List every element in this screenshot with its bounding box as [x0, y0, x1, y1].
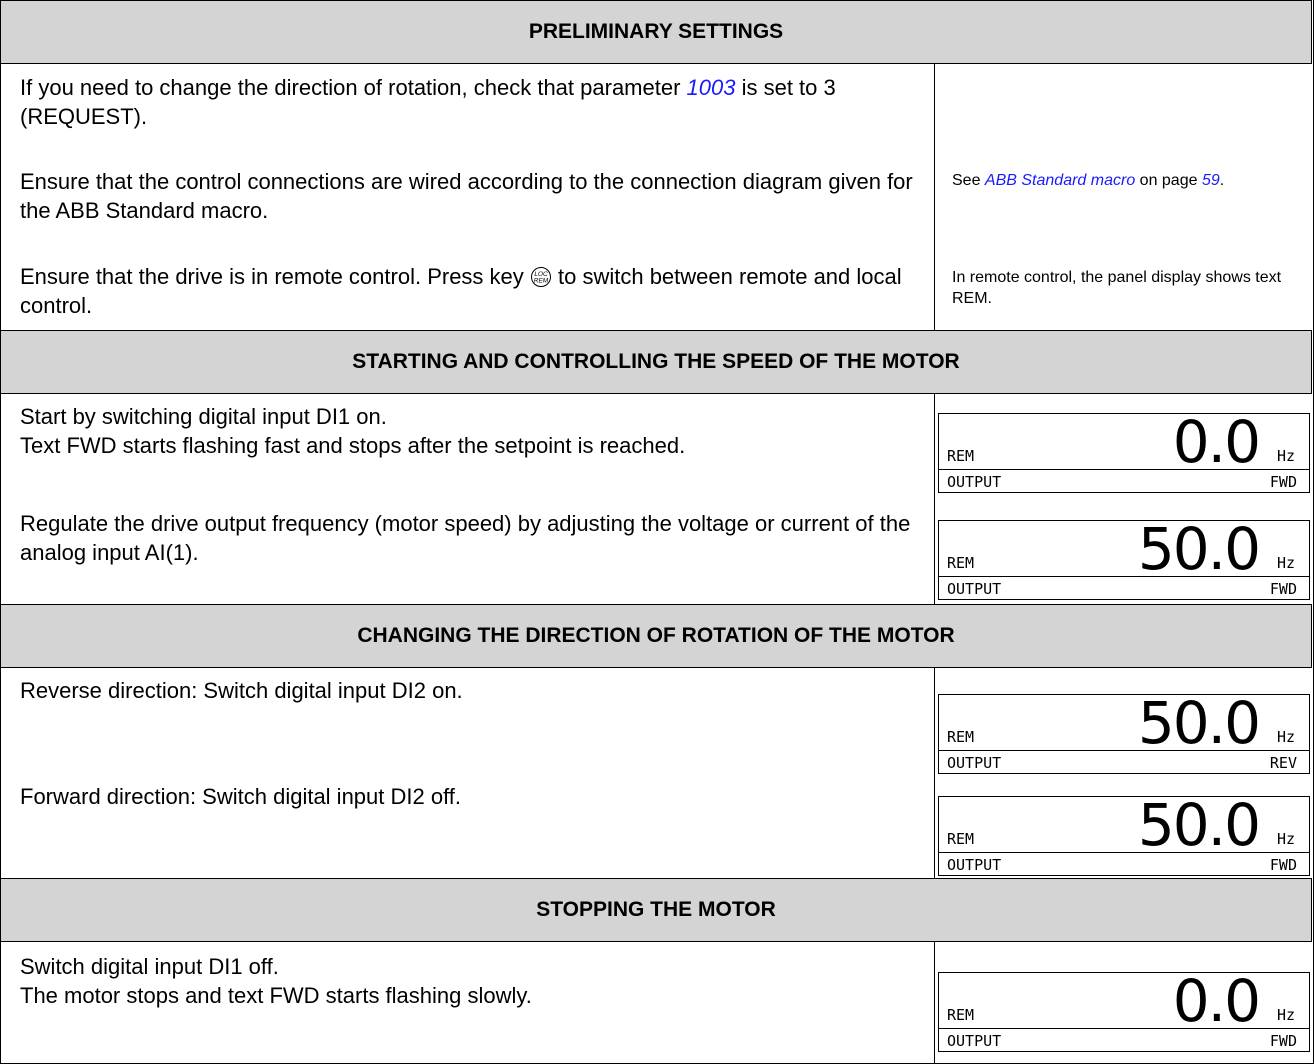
- column-divider: [934, 668, 935, 878]
- column-divider: [934, 64, 935, 330]
- panel-signal: OUTPUT: [947, 580, 1002, 598]
- panel-separator: [939, 576, 1309, 577]
- section-header-direction: CHANGING THE DIRECTION OF ROTATION OF TH…: [0, 604, 1312, 668]
- row-remote-control: Ensure that the drive is in remote contr…: [20, 262, 920, 320]
- procedure-table: PRELIMINARY SETTINGS If you need to chan…: [0, 0, 1314, 1064]
- panel-separator: [939, 852, 1309, 853]
- panel-signal: OUTPUT: [947, 1032, 1002, 1050]
- panel-separator: [939, 469, 1309, 470]
- section-header-stopping: STOPPING THE MOTOR: [0, 878, 1312, 942]
- note-abb-macro: See ABB Standard macro on page 59.: [952, 170, 1302, 191]
- row-start: Start by switching digital input DI1 on.…: [20, 402, 930, 460]
- section-header-preliminary: PRELIMINARY SETTINGS: [0, 0, 1312, 64]
- row-text: The motor stops and text FWD starts flas…: [20, 983, 532, 1008]
- panel-display: REM 50.0 Hz OUTPUT FWD: [938, 791, 1310, 876]
- column-divider: [934, 394, 935, 604]
- panel-mode: REM: [947, 554, 975, 572]
- panel-separator: [939, 750, 1309, 751]
- row-text: Switch digital input DI1 off.: [20, 954, 279, 979]
- row-text: If you need to change the direction of r…: [20, 75, 687, 100]
- panel-display: REM 50.0 Hz OUTPUT REV: [938, 689, 1310, 774]
- panel-unit: Hz: [1276, 447, 1295, 465]
- note-text: .: [1219, 172, 1225, 189]
- panel-display: REM 50.0 Hz OUTPUT FWD: [938, 515, 1310, 600]
- panel-signal: OUTPUT: [947, 754, 1002, 772]
- panel-direction: FWD: [1269, 856, 1297, 874]
- row-reverse: Reverse direction: Switch digital input …: [20, 678, 463, 703]
- row-control-connections: Ensure that the control connections are …: [20, 169, 913, 223]
- section-title: PRELIMINARY SETTINGS: [528, 20, 784, 43]
- column-divider: [934, 942, 935, 1064]
- section-title: STOPPING THE MOTOR: [536, 898, 776, 921]
- svg-text:REM: REM: [534, 278, 549, 285]
- note-text: See: [952, 172, 985, 189]
- row-direction-param: If you need to change the direction of r…: [20, 73, 920, 131]
- panel-unit: Hz: [1276, 1006, 1295, 1024]
- note-remote-display: In remote control, the panel display sho…: [952, 269, 1282, 307]
- panel-display: REM 0.0 Hz OUTPUT FWD: [938, 408, 1310, 493]
- parameter-link[interactable]: 1003: [687, 75, 736, 100]
- section-title: CHANGING THE DIRECTION OF ROTATION OF TH…: [357, 624, 955, 647]
- page-link[interactable]: 59: [1202, 172, 1220, 189]
- abb-macro-link[interactable]: ABB Standard macro: [985, 172, 1135, 189]
- panel-separator: [939, 1028, 1309, 1029]
- panel-signal: OUTPUT: [947, 473, 1002, 491]
- row-regulate: Regulate the drive output frequency (mot…: [20, 511, 911, 565]
- panel-signal: OUTPUT: [947, 856, 1002, 874]
- panel-direction: REV: [1269, 754, 1297, 772]
- panel-mode: REM: [947, 728, 975, 746]
- row-text: Ensure that the drive is in remote contr…: [20, 264, 530, 289]
- panel-direction: FWD: [1269, 580, 1297, 598]
- panel-direction: FWD: [1269, 1032, 1297, 1050]
- row-forward: Forward direction: Switch digital input …: [20, 784, 462, 809]
- loc-rem-key-icon: LOC REM: [530, 266, 552, 288]
- row-text: Start by switching digital input DI1 on.: [20, 404, 387, 429]
- panel-display: REM 0.0 Hz OUTPUT FWD: [938, 967, 1310, 1052]
- panel-unit: Hz: [1276, 830, 1295, 848]
- panel-mode: REM: [947, 447, 975, 465]
- panel-mode: REM: [947, 830, 975, 848]
- row-text: Text FWD starts flashing fast and stops …: [20, 433, 686, 458]
- section-title: STARTING AND CONTROLLING THE SPEED OF TH…: [352, 350, 960, 373]
- section-header-starting: STARTING AND CONTROLLING THE SPEED OF TH…: [0, 330, 1312, 394]
- row-stop: Switch digital input DI1 off. The motor …: [20, 952, 930, 1010]
- note-text: on page: [1135, 172, 1202, 189]
- panel-direction: FWD: [1269, 473, 1297, 491]
- panel-unit: Hz: [1276, 728, 1295, 746]
- panel-unit: Hz: [1276, 554, 1295, 572]
- panel-mode: REM: [947, 1006, 975, 1024]
